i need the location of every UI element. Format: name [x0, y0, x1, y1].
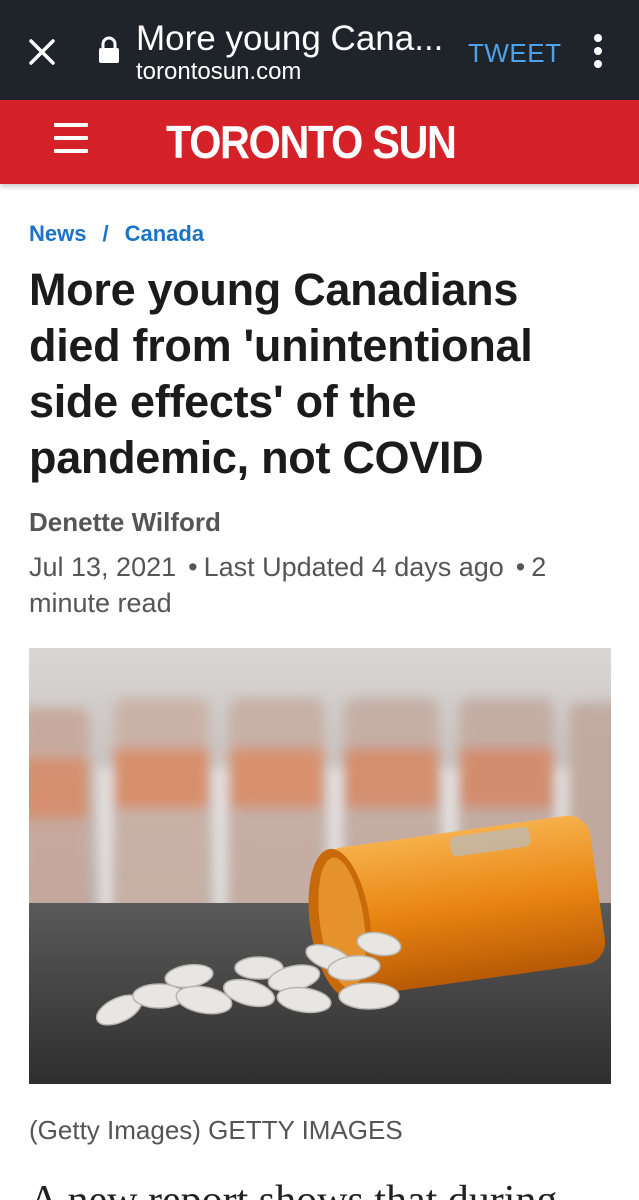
site-logo[interactable]: TORONTO SUN: [166, 116, 457, 168]
browser-top-bar: More young Cana... torontosun.com TWEET: [0, 0, 639, 100]
publish-date: Jul 13, 2021: [29, 552, 177, 582]
meta-dot: •: [188, 552, 198, 582]
article-body-first-line: A new report shows that during: [29, 1176, 557, 1200]
article-headline: More young Canadians died from 'unintent…: [29, 264, 533, 483]
last-updated: Last Updated 4 days ago: [203, 552, 504, 582]
breadcrumb-news[interactable]: News: [29, 221, 86, 246]
breadcrumb: News / Canada: [29, 221, 204, 247]
article-photo[interactable]: [29, 648, 611, 1084]
close-icon[interactable]: [22, 32, 62, 72]
meta-dot: •: [515, 552, 526, 582]
page-title: More young Cana...: [136, 20, 444, 58]
logo-text-sun: SUN: [372, 116, 457, 168]
tweet-button[interactable]: TWEET: [468, 38, 562, 68]
page-url: torontosun.com: [136, 58, 302, 85]
more-vertical-icon[interactable]: [584, 34, 612, 70]
breadcrumb-canada[interactable]: Canada: [125, 221, 204, 246]
logo-text-toronto: TORONTO: [166, 116, 363, 168]
article-meta: Jul 13, 2021 • Last Updated 4 days ago • 2 m…: [29, 549, 614, 621]
photo-caption: (Getty Images) GETTY IMAGES: [29, 1115, 403, 1145]
lock-icon: [98, 36, 120, 64]
author-name[interactable]: Denette Wilford: [29, 507, 221, 537]
site-masthead: TORONTO SUN: [0, 100, 639, 184]
breadcrumb-separator: /: [102, 221, 109, 246]
menu-icon[interactable]: [54, 123, 88, 155]
